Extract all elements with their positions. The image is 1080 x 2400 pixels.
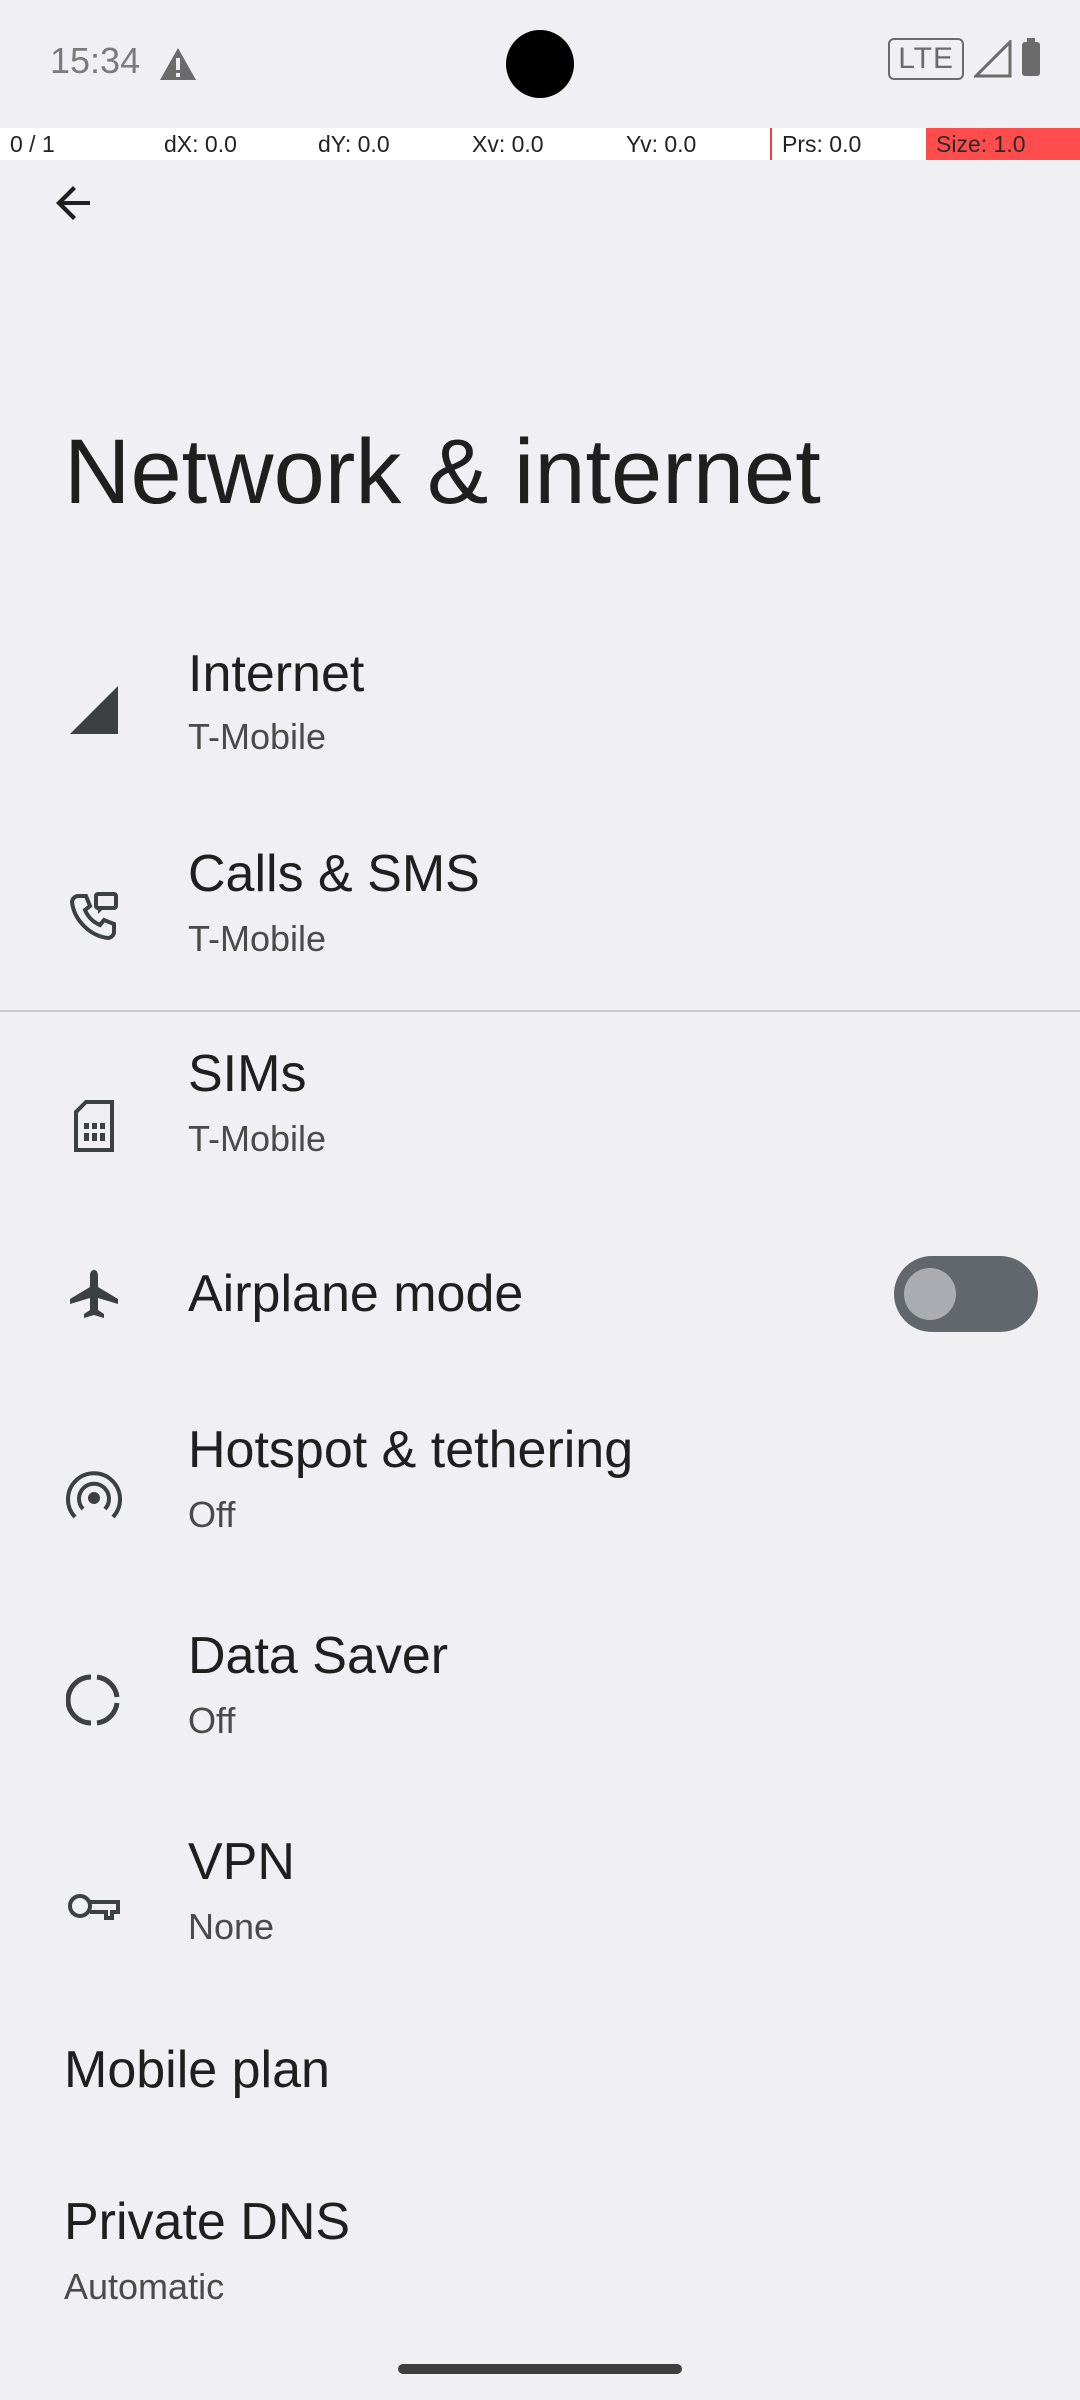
status-time: 15:34 [50,40,141,81]
sim-card-icon [62,1094,126,1158]
lte-badge: LTE [888,38,964,80]
battery-icon [1022,38,1040,76]
back-button[interactable] [0,130,148,276]
debug-dy: dY: 0.0 [318,131,390,157]
warning-icon [158,46,198,82]
debug-xv: Xv: 0.0 [472,131,544,157]
item-title-sims: SIMs [188,1045,307,1103]
item-summary-sims: T-Mobile [188,1118,327,1159]
item-summary-hotspot: Off [188,1494,236,1535]
signal-icon [974,40,1012,78]
status-icons: LTE [888,38,1040,80]
item-title-airplane-mode: Airplane mode [188,1265,524,1323]
list-item-airplane-mode[interactable]: Airplane mode [0,1218,1080,1378]
camera-cutout [506,30,574,98]
item-summary-vpn: None [188,1906,275,1947]
item-title-data-saver: Data Saver [188,1627,449,1685]
debug-yv: Yv: 0.0 [626,131,697,157]
list-item-vpn[interactable]: VPN None [0,1790,1080,1996]
key-icon [62,1874,126,1938]
toggle-knob [904,1268,956,1320]
list-item-hotspot[interactable]: Hotspot & tethering Off [0,1378,1080,1584]
hotspot-icon [62,1466,126,1530]
item-summary-calls-sms: T-Mobile [188,918,327,959]
list-item-private-dns[interactable]: Private DNS Automatic [0,2154,1080,2360]
item-title-calls-sms: Calls & SMS [188,845,480,903]
item-title-hotspot: Hotspot & tethering [188,1421,634,1479]
debug-prs: Prs: 0.0 [770,128,926,160]
gesture-nav-handle[interactable] [398,2364,682,2374]
list-item-data-saver[interactable]: Data Saver Off [0,1584,1080,1790]
item-summary-private-dns: Automatic [64,2266,225,2307]
list-item-mobile-plan[interactable]: Mobile plan [0,1996,1080,2154]
item-title-private-dns: Private DNS [64,2193,351,2251]
status-bar: 15:34 LTE [0,0,1080,128]
list-item-internet[interactable]: Internet T-Mobile [0,598,1080,804]
debug-dx: dX: 0.0 [164,131,237,157]
cell-signal-icon [62,678,126,742]
item-summary-data-saver: Off [188,1700,236,1741]
debug-size: Size: 1.0 [926,128,1080,160]
data-saver-icon [62,1668,126,1732]
item-title-mobile-plan: Mobile plan [64,2041,330,2099]
list-item-sims[interactable]: SIMs T-Mobile [0,1012,1080,1218]
phone-message-icon [62,884,126,948]
item-title-internet: Internet [188,645,365,703]
item-summary-internet: T-Mobile [188,716,327,757]
list-item-calls-sms[interactable]: Calls & SMS T-Mobile [0,804,1080,1010]
airplane-mode-toggle[interactable] [894,1256,1038,1332]
item-title-vpn: VPN [188,1833,295,1891]
arrow-back-icon [56,186,90,220]
page-title: Network & internet [64,421,821,523]
pointer-location-overlay: 0 / 1 dX: 0.0 dY: 0.0 Xv: 0.0 Yv: 0.0 Pr… [0,128,1080,160]
airplane-icon [62,1262,126,1326]
